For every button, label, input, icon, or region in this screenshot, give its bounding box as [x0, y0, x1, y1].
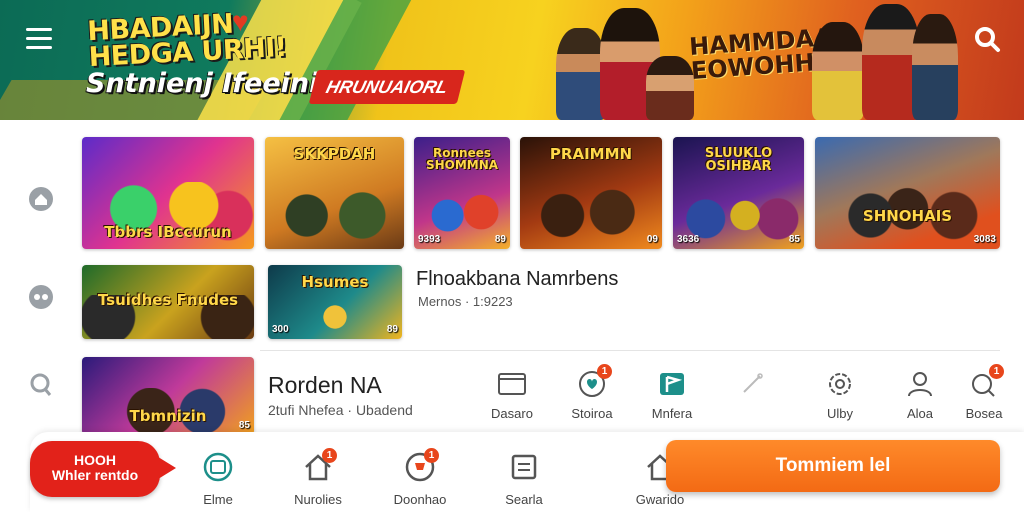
cta-button[interactable]: Tommiem lel	[666, 440, 1000, 492]
rail-gamepad-icon[interactable]	[26, 282, 56, 312]
promo-bubble[interactable]: HOOH Whler rentdo	[30, 441, 160, 497]
action-aloa[interactable]: Aloa	[884, 366, 956, 424]
action-stoiroa[interactable]: 1 Stoiroa	[556, 364, 628, 424]
action-label: Dasaro	[491, 406, 533, 421]
promo-bubble-tail	[150, 452, 176, 484]
notification-badge: 1	[322, 448, 337, 463]
hero-character	[556, 28, 606, 120]
game-thumbnail[interactable]: Hsumes 300 89	[268, 265, 402, 339]
game-thumbnail[interactable]: SHNOHAIS 3083	[815, 137, 1000, 249]
list-icon	[507, 450, 541, 484]
user-icon	[904, 368, 936, 400]
flag-icon	[656, 368, 688, 400]
thumbnail-title: Hsumes	[301, 273, 369, 291]
promo-label: HRUNUAIORL	[308, 70, 466, 104]
trophy-icon: 1	[403, 448, 439, 484]
action-ulby[interactable]: Ulby	[804, 366, 876, 424]
game-thumbnail[interactable]: Tsuidhes Fnudes	[82, 265, 254, 339]
notification-badge: 1	[989, 364, 1004, 379]
banner-tagline: Sntnienj Ifeeinie.	[86, 68, 347, 99]
thumbnail-title: Ronnees SHOMMNA	[425, 146, 499, 172]
game-thumbnail[interactable]: SLUUKLO OSIHBAR 3636 85	[673, 137, 804, 249]
nav-label: Gwarido	[635, 492, 685, 507]
action-dasaro[interactable]: Dasaro	[476, 366, 548, 424]
detail-subtitle: 2tufi Nhefea · Ubadend	[268, 402, 413, 418]
thumbnail-meta: 09	[646, 234, 658, 245]
action-bosea[interactable]: 1 Bosea	[948, 364, 1020, 424]
nav-label: Searla	[505, 492, 543, 507]
hero-character	[912, 14, 958, 120]
divider	[260, 350, 1000, 351]
thumbnail-title: Tsuidhes Fnudes	[97, 291, 239, 309]
rail-search-person-icon[interactable]	[26, 370, 56, 400]
thumbnail-meta: 89	[386, 324, 398, 335]
thumbnail-meta: 85	[238, 420, 250, 431]
thumbnail-title: Tbmnizin	[129, 407, 207, 425]
nav-label: Doonhao	[393, 492, 447, 507]
thumbnail-meta: 85	[788, 234, 800, 245]
hero-banner[interactable]: HBADAIJN HEDGA URHI! ♥ Sntnienj Ifeeinie…	[0, 0, 1024, 120]
thumbnail-title: PRAIMMN	[549, 145, 633, 163]
game-thumbnail[interactable]: Tbbrs IBccurun	[82, 137, 254, 249]
banner-logo: HBADAIJN HEDGA URHI!	[87, 9, 288, 74]
thumbnail-meta: 3083	[973, 234, 996, 245]
action-label: Mnfera	[651, 406, 693, 421]
thumbnail-meta: 300	[272, 324, 289, 335]
action-label: Bosea	[965, 406, 1003, 421]
hero-character	[646, 56, 694, 120]
nav-item-nurolies[interactable]: 1 Nurolies	[278, 448, 358, 508]
heart-icon: ♥	[232, 6, 249, 37]
detail-title[interactable]: Rorden NA	[268, 372, 382, 399]
thumbnail-title: SLUUKLO OSIHBAR	[704, 146, 773, 174]
nav-item-doonhao[interactable]: 1 Doonhao	[380, 448, 460, 508]
promo-bubble-line2: Whler rentdo	[51, 467, 139, 483]
nav-label: Elme	[203, 492, 233, 507]
action-mnfera[interactable]: Mnfera	[636, 366, 708, 424]
hamburger-menu-icon[interactable]	[26, 28, 54, 52]
notification-icon: 1	[968, 364, 1004, 400]
notification-badge: 1	[424, 448, 439, 463]
thumbnail-art	[265, 181, 404, 249]
game-thumbnail[interactable]: PRAIMMN 09	[520, 137, 662, 249]
rail-home-icon[interactable]	[26, 184, 56, 214]
settings-icon	[824, 368, 856, 400]
pencil-icon	[736, 368, 768, 400]
thumbnail-title: Tbbrs IBccurun	[104, 223, 232, 241]
game-thumbnail[interactable]: SKKPDAH	[265, 137, 404, 249]
action-label: Stoiroa	[571, 406, 613, 421]
discover-icon	[201, 450, 235, 484]
thumbnail-meta: 89	[494, 234, 506, 245]
search-icon[interactable]	[972, 24, 1002, 54]
action-edit[interactable]	[716, 366, 788, 424]
action-label: Ulby	[826, 406, 853, 421]
window-icon	[496, 368, 528, 400]
heart-chat-icon: 1	[576, 364, 612, 400]
house-icon: 1	[301, 448, 337, 484]
thumbnail-meta: 9393	[418, 234, 441, 245]
app-root: HBADAIJN HEDGA URHI! ♥ Sntnienj Ifeeinie…	[0, 0, 1024, 512]
featured-title[interactable]: Flnoakbana Namrbens	[416, 268, 618, 291]
game-thumbnail[interactable]: Ronnees SHOMMNA 9393 89	[414, 137, 510, 249]
thumbnail-title: SHNOHAIS	[862, 207, 953, 225]
nav-label: Nurolies	[294, 492, 342, 507]
nav-item-searla[interactable]: Searla	[484, 450, 564, 508]
notification-badge: 1	[597, 364, 612, 379]
game-thumbnail[interactable]: Tbmnizin 85	[82, 357, 254, 435]
promo-bubble-line1: HOOH	[74, 452, 116, 468]
nav-item-elme[interactable]: Elme	[178, 450, 258, 508]
featured-subtitle: Mernos · 1:9223	[418, 294, 513, 309]
action-label: Aloa	[906, 406, 934, 421]
thumbnail-art	[520, 181, 662, 249]
hero-character	[812, 22, 864, 120]
thumbnail-title: SKKPDAH	[293, 145, 376, 163]
thumbnail-meta: 3636	[677, 234, 700, 245]
